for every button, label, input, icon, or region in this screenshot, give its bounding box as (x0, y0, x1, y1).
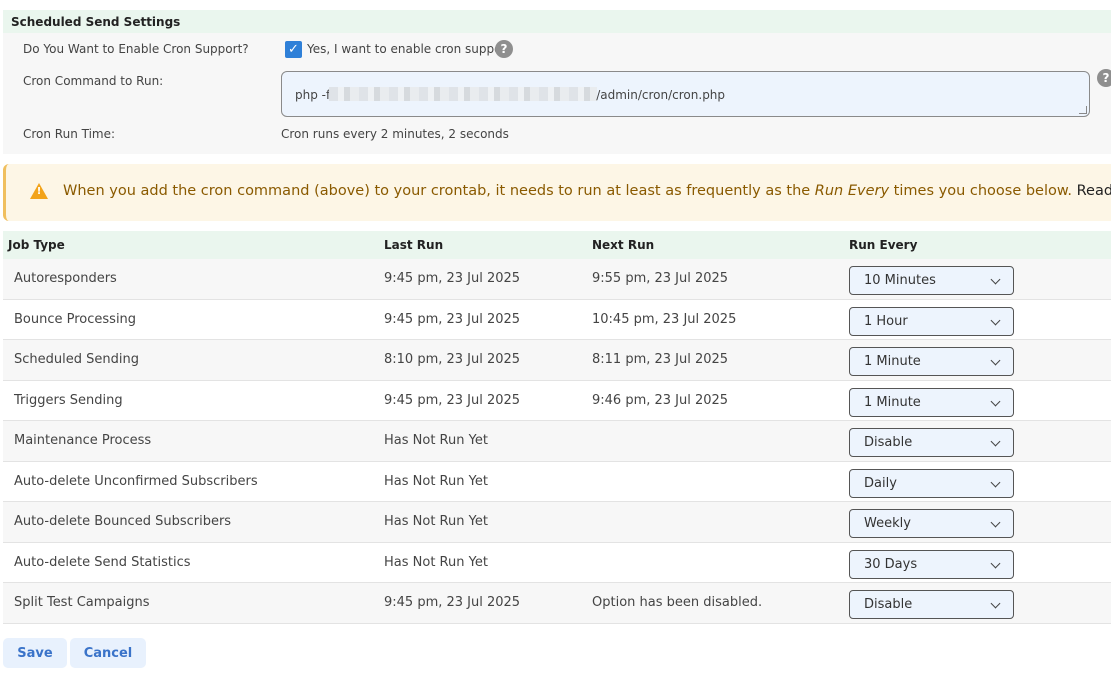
run-every-select[interactable]: Disable (849, 428, 1014, 457)
last-run: 9:45 pm, 23 Jul 2025 (384, 595, 521, 610)
chevron-down-icon (990, 274, 1001, 285)
header-run-every: Run Every (849, 238, 918, 252)
run-every-select[interactable]: 30 Days (849, 549, 1014, 579)
table-row: Split Test Campaigns 9:45 pm, 23 Jul 202… (3, 583, 1111, 624)
cron-command-label: Cron Command to Run: (23, 74, 164, 88)
help-icon[interactable]: ? (1097, 69, 1111, 87)
job-type: Autoresponders (14, 271, 117, 286)
warning-text: When you add the cron command (above) to… (63, 183, 1111, 199)
last-run: Has Not Run Yet (384, 473, 488, 489)
save-button[interactable]: Save (3, 638, 67, 668)
table-row: Autoresponders 9:45 pm, 23 Jul 2025 9:55… (3, 259, 1111, 300)
table-row: Auto-delete Send Statistics Has Not Run … (3, 543, 1111, 583)
job-type: Triggers Sending (14, 392, 123, 408)
last-run: 9:45 pm, 23 Jul 2025 (384, 311, 521, 327)
run-every-select[interactable]: 1 Hour (849, 306, 1014, 336)
chevron-down-icon (990, 355, 1001, 366)
next-run: 10:45 pm, 23 Jul 2025 (592, 311, 737, 327)
warning-banner: ! When you add the cron command (above) … (3, 164, 1111, 221)
chevron-down-icon (990, 436, 1001, 447)
job-type: Scheduled Sending (14, 352, 139, 367)
cron-runtime-value: Cron runs every 2 minutes, 2 seconds (281, 127, 509, 141)
cron-command-suffix: /admin/cron/cron.php (596, 88, 726, 102)
cancel-button[interactable]: Cancel (70, 638, 146, 668)
last-run: 8:10 pm, 23 Jul 2025 (384, 352, 521, 367)
run-every-select[interactable]: Daily (849, 468, 1014, 498)
cron-command-prefix: php -f (295, 88, 331, 102)
chevron-down-icon (990, 598, 1001, 609)
chevron-down-icon (990, 558, 1001, 568)
table-row: Bounce Processing 9:45 pm, 23 Jul 2025 1… (3, 300, 1111, 340)
last-run: Has Not Run Yet (384, 514, 488, 529)
chevron-down-icon (990, 396, 1001, 406)
last-run: 9:45 pm, 23 Jul 2025 (384, 271, 521, 286)
run-every-select[interactable]: Weekly (849, 509, 1014, 538)
help-icon[interactable]: ? (495, 40, 513, 58)
enable-cron-label: Do You Want to Enable Cron Support? (23, 42, 249, 56)
cron-runtime-label: Cron Run Time: (23, 127, 116, 141)
last-run: Has Not Run Yet (384, 554, 488, 570)
chevron-down-icon (990, 477, 1001, 487)
chevron-down-icon (990, 517, 1001, 528)
header-job-type: Job Type (8, 238, 65, 252)
next-run: 9:46 pm, 23 Jul 2025 (592, 392, 729, 408)
redacted-path (329, 87, 598, 101)
job-type: Split Test Campaigns (14, 595, 150, 610)
next-run: Option has been disabled. (592, 595, 763, 610)
enable-cron-checkbox[interactable]: ✓ (285, 41, 302, 58)
run-every-select[interactable]: 1 Minute (849, 347, 1014, 376)
table-row: Triggers Sending 9:45 pm, 23 Jul 2025 9:… (3, 381, 1111, 421)
run-every-select[interactable]: 1 Minute (849, 387, 1014, 417)
next-run: 8:11 pm, 23 Jul 2025 (592, 352, 729, 367)
job-type: Auto-delete Send Statistics (14, 554, 191, 570)
enable-cron-checkbox-label[interactable]: Yes, I want to enable cron support (307, 42, 511, 56)
run-every-select[interactable]: Disable (849, 590, 1014, 619)
table-header: Job Type Last Run Next Run Run Every (3, 231, 1111, 259)
cron-command-field[interactable]: php -f/admin/cron/cron.php (281, 71, 1090, 117)
header-last-run: Last Run (384, 238, 444, 252)
job-type: Bounce Processing (14, 311, 137, 327)
check-icon: ✓ (288, 42, 299, 57)
last-run: 9:45 pm, 23 Jul 2025 (384, 392, 521, 408)
last-run: Has Not Run Yet (384, 433, 488, 448)
header-next-run: Next Run (592, 238, 655, 252)
table-row: Auto-delete Unconfirmed Subscribers Has … (3, 462, 1111, 502)
section-title: Scheduled Send Settings (3, 10, 1111, 33)
job-type: Maintenance Process (14, 433, 152, 448)
read-more-link[interactable]: Read More (1077, 183, 1111, 199)
table-row: Scheduled Sending 8:10 pm, 23 Jul 2025 8… (3, 340, 1111, 381)
job-type: Auto-delete Unconfirmed Subscribers (14, 473, 258, 489)
table-row: Auto-delete Bounced Subscribers Has Not … (3, 502, 1111, 543)
resize-handle[interactable] (1079, 106, 1087, 114)
chevron-down-icon (990, 315, 1001, 325)
job-type: Auto-delete Bounced Subscribers (14, 514, 232, 529)
run-every-select[interactable]: 10 Minutes (849, 266, 1014, 295)
table-row: Maintenance Process Has Not Run Yet Disa… (3, 421, 1111, 462)
next-run: 9:55 pm, 23 Jul 2025 (592, 271, 729, 286)
